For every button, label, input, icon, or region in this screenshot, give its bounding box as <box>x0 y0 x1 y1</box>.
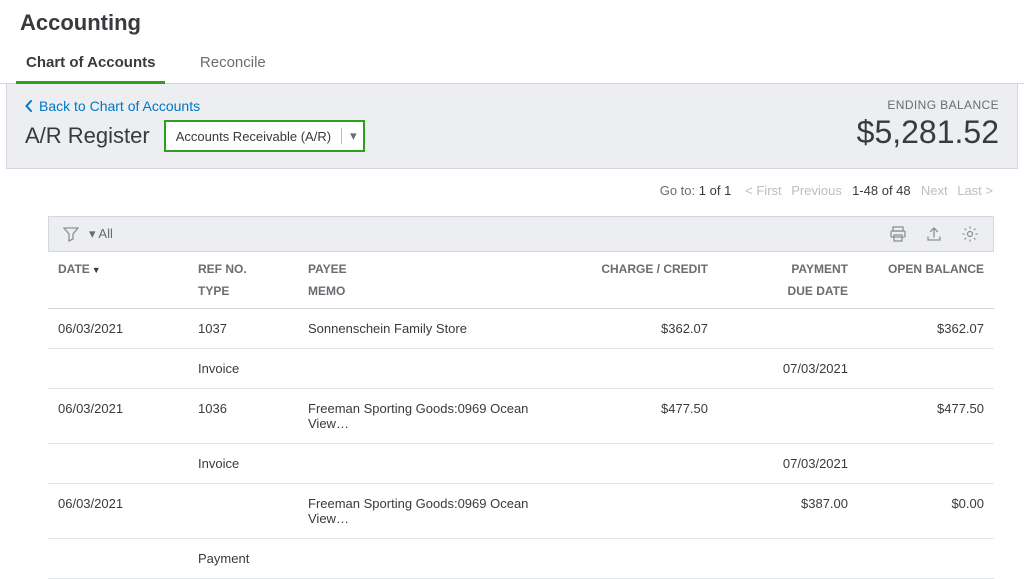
col-open[interactable]: OPEN BALANCE <box>858 252 994 309</box>
filter-dropdown[interactable]: ▾ All <box>89 226 113 242</box>
page-title: Accounting <box>0 0 1024 44</box>
cell-type: Invoice <box>188 444 298 484</box>
cell-ref: 1037 <box>188 309 298 349</box>
tab-chart-of-accounts[interactable]: Chart of Accounts <box>20 44 161 83</box>
cell-charge: $362.07 <box>578 309 718 349</box>
cell-payee: Freeman Sporting Goods:0969 Ocean View… <box>298 484 578 539</box>
cell-open: $477.50 <box>858 389 994 444</box>
cell-due: 07/03/2021 <box>718 444 858 484</box>
cell-due: 07/03/2021 <box>718 349 858 389</box>
cell-type: Invoice <box>188 349 298 389</box>
cell-date: 06/03/2021 <box>48 389 188 444</box>
cell-payee: Freeman Sporting Goods:0969 Ocean View… <box>298 389 578 444</box>
back-link-label: Back to Chart of Accounts <box>39 98 200 114</box>
gear-icon[interactable] <box>961 225 979 243</box>
cell-date: 06/03/2021 <box>48 484 188 539</box>
cell-memo <box>298 539 578 579</box>
cell-open: $362.07 <box>858 309 994 349</box>
register-panel: Back to Chart of Accounts A/R Register A… <box>6 84 1018 169</box>
ending-balance-label: ENDING BALANCE <box>857 98 999 112</box>
chevron-left-icon <box>25 100 33 112</box>
pager: Go to: 1 of 1 < First Previous 1-48 of 4… <box>0 169 1024 208</box>
table-toolbar: ▾ All <box>48 216 994 251</box>
col-payment[interactable]: PAYMENTDUE DATE <box>718 252 858 309</box>
tab-bar: Chart of Accounts Reconcile <box>0 44 1024 84</box>
sort-desc-icon: ▼ <box>92 265 101 275</box>
ending-balance-value: $5,281.52 <box>857 114 999 151</box>
col-charge[interactable]: CHARGE / CREDIT <box>578 252 718 309</box>
cell-memo <box>298 444 578 484</box>
table-row[interactable]: Invoice 07/03/2021 <box>48 444 994 484</box>
cell-due <box>718 539 858 579</box>
col-payee[interactable]: PAYEEMEMO <box>298 252 578 309</box>
account-select-value: Accounts Receivable (A/R) <box>176 129 331 144</box>
register-table: DATE▼ REF NO.TYPE PAYEEMEMO CHARGE / CRE… <box>48 251 994 579</box>
col-ref[interactable]: REF NO.TYPE <box>188 252 298 309</box>
tab-reconcile[interactable]: Reconcile <box>194 44 272 83</box>
table-row[interactable]: 06/03/20211036Freeman Sporting Goods:096… <box>48 389 994 444</box>
export-icon[interactable] <box>925 225 943 243</box>
cell-type: Payment <box>188 539 298 579</box>
cell-payment <box>718 389 858 444</box>
goto-of: of 1 <box>710 183 732 198</box>
cell-open: $0.00 <box>858 484 994 539</box>
table-row[interactable]: Payment <box>48 539 994 579</box>
cell-payment: $387.00 <box>718 484 858 539</box>
chevron-down-icon: ▾ <box>341 128 357 144</box>
pager-next[interactable]: Next <box>921 183 948 198</box>
cell-payee: Sonnenschein Family Store <box>298 309 578 349</box>
print-icon[interactable] <box>889 225 907 243</box>
register-title: A/R Register <box>25 123 150 149</box>
cell-payment <box>718 309 858 349</box>
filter-label: All <box>98 226 112 241</box>
back-to-chart-link[interactable]: Back to Chart of Accounts <box>25 98 365 114</box>
pager-last[interactable]: Last > <box>957 183 993 198</box>
cell-ref: 1036 <box>188 389 298 444</box>
goto-page-input[interactable]: 1 <box>699 183 706 198</box>
table-row[interactable]: 06/03/2021 Freeman Sporting Goods:0969 Oc… <box>48 484 994 539</box>
filter-icon[interactable] <box>63 226 79 242</box>
pager-prev[interactable]: Previous <box>791 183 842 198</box>
col-date[interactable]: DATE▼ <box>48 252 188 309</box>
pager-first[interactable]: < First <box>745 183 781 198</box>
account-select[interactable]: Accounts Receivable (A/R) ▾ <box>164 120 365 152</box>
table-row[interactable]: 06/03/20211037Sonnenschein Family Store$… <box>48 309 994 349</box>
cell-charge <box>578 484 718 539</box>
cell-memo <box>298 349 578 389</box>
cell-charge: $477.50 <box>578 389 718 444</box>
cell-date: 06/03/2021 <box>48 309 188 349</box>
goto-label: Go to: <box>660 183 695 198</box>
cell-ref <box>188 484 298 539</box>
table-row[interactable]: Invoice 07/03/2021 <box>48 349 994 389</box>
pager-range: 1-48 of 48 <box>852 183 911 198</box>
